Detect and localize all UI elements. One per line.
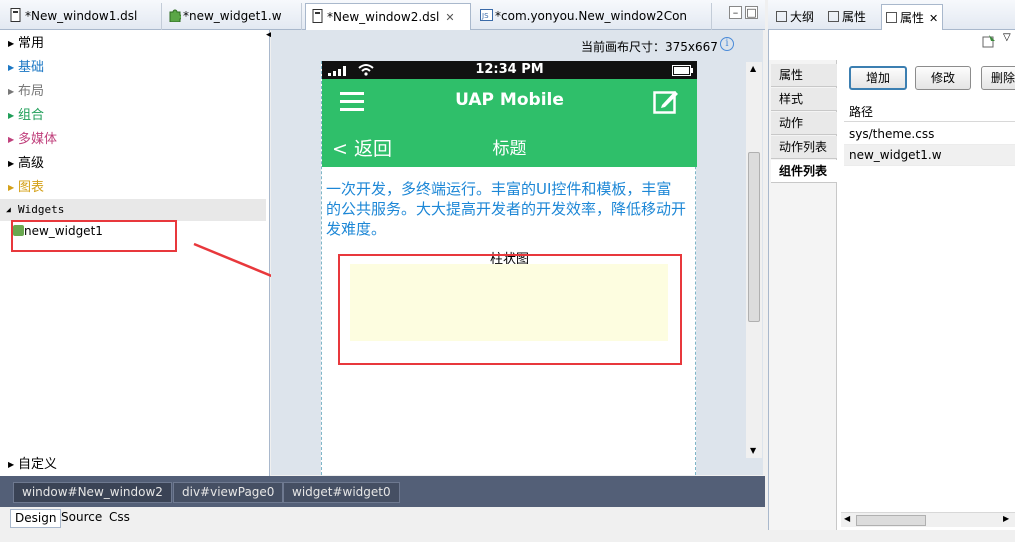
expand-arrow-icon: ▶ [8,159,15,168]
breadcrumb: window#New_window2 div#viewPage0 widget#… [0,476,765,507]
svg-text:JS: JS [481,12,489,20]
breadcrumb-div[interactable]: div#viewPage0 [173,482,284,503]
pin-icon[interactable] [982,34,996,51]
canvas-vertical-scrollbar[interactable]: ▲ ▼ [746,62,762,458]
breadcrumb-widget[interactable]: widget#widget0 [283,482,400,503]
vtab-properties[interactable]: 属性 [771,64,837,87]
scroll-right-icon[interactable]: ▶ [1003,514,1009,523]
collapse-arrow-icon: ◢ [6,205,11,214]
widget-file-icon [168,8,183,23]
scrollbar-thumb[interactable] [748,152,760,322]
palette-category-advanced[interactable]: ▶ 高级 [0,152,268,175]
dsl-file-icon [10,8,21,22]
tab-design[interactable]: Design [10,509,62,528]
tab-css[interactable]: Css [105,509,134,528]
tab-new-window1[interactable]: *New_window1.dsl [4,3,162,30]
canvas-size-label: 当前画布尺寸：375x667 [581,40,718,54]
annotation-highlight-box [11,220,177,252]
expand-arrow-icon: ▶ [8,135,15,144]
properties-icon [828,11,839,22]
info-icon[interactable]: i [720,37,734,51]
editor-mode-tabs: Design Source Css [0,507,765,530]
palette-category-layout[interactable]: ▶ 布局 [0,80,268,103]
edit-button[interactable]: 修改 [915,66,971,90]
scroll-down-icon[interactable]: ▼ [750,446,756,455]
intro-text: 一次开发，多终端运行。丰富的UI控件和模板，丰富的公共服务。大大提高开发者的开发… [326,180,687,238]
properties-icon [886,12,897,23]
tab-outline[interactable]: 大纲 [772,4,818,30]
minimize-button[interactable]: – [729,6,742,19]
path-column-header[interactable]: 路径 [844,102,1015,122]
delete-button[interactable]: 删除 [981,66,1015,90]
breadcrumb-window[interactable]: window#New_window2 [13,482,172,503]
tab-window2-controller[interactable]: JS *com.yonyou.New_window2Con [474,3,712,30]
tab-source[interactable]: Source [57,509,106,528]
palette-category-custom[interactable]: ▶ 自定义 [0,453,268,476]
tab-new-window2[interactable]: *New_window2.dsl ✕ [305,3,471,30]
widgets-section-header[interactable]: ◢ Widgets [0,199,266,221]
outline-icon [776,11,787,22]
vtab-actions[interactable]: 动作 [771,112,837,135]
scroll-left-icon[interactable]: ◀ [844,514,850,523]
expand-arrow-icon: ▶ [8,87,15,96]
expand-arrow-icon: ▶ [8,460,15,469]
tab-properties[interactable]: 属性 [824,4,870,30]
app-title: UAP Mobile [455,90,564,110]
expand-arrow-icon: ▶ [8,183,15,192]
palette-category-media[interactable]: ▶ 多媒体 [0,128,268,151]
expand-arrow-icon: ▶ [8,39,15,48]
view-menu-icon[interactable]: ▽ [1003,32,1011,43]
table-row[interactable]: sys/theme.css [844,124,1015,145]
dsl-file-icon [312,9,323,23]
expand-arrow-icon: ▶ [8,111,15,120]
scroll-up-icon[interactable]: ▲ [750,64,756,73]
close-tab-icon[interactable]: ✕ [929,12,938,25]
scrollbar-thumb[interactable] [856,515,926,526]
maximize-button[interactable]: □ [745,6,758,19]
palette-category-composite[interactable]: ▶ 组合 [0,104,268,127]
tab-properties-active[interactable]: 属性 ✕ [881,4,944,30]
right-view-tabs: 大纲 属性 属性 ✕ [768,0,1015,30]
editor-tab-bar: *New_window1.dsl *new_widget1.w *New_win… [0,0,765,30]
vtab-component-list[interactable]: 组件列表 [771,160,837,183]
vtab-style[interactable]: 样式 [771,88,837,111]
palette-category-charts[interactable]: ▶ 图表 [0,176,268,199]
palette-category-common[interactable]: ▶ 常用 [0,32,268,55]
status-time: 12:34 PM [475,62,544,77]
battery-icon [672,65,694,79]
phone-status-bar: 12:34 PM [322,61,697,79]
add-button[interactable]: 增加 [849,66,907,90]
expand-arrow-icon: ▶ [8,63,15,72]
tab-new-widget1[interactable]: *new_widget1.w [162,3,302,30]
annotation-highlight-box [338,254,682,365]
close-tab-icon[interactable]: ✕ [445,11,454,24]
app-header: UAP Mobile < 返回 标题 [322,79,697,167]
properties-panel: ▽ 属性 样式 动作 动作列表 组件列表 增加 修改 删除 路径 sys/the… [768,30,1015,530]
page-title: 标题 [492,139,527,159]
panel-horizontal-scrollbar[interactable]: ◀ ▶ [841,512,1015,527]
edit-icon[interactable] [653,88,679,117]
js-file-icon: JS [480,8,493,22]
palette-category-basic[interactable]: ▶ 基础 [0,56,268,79]
vtab-action-list[interactable]: 动作列表 [771,136,837,159]
table-row[interactable]: new_widget1.w [844,145,1015,166]
design-canvas: 当前画布尺寸：375x667 i 12:34 PM UAP Mobile < 返… [271,30,763,475]
